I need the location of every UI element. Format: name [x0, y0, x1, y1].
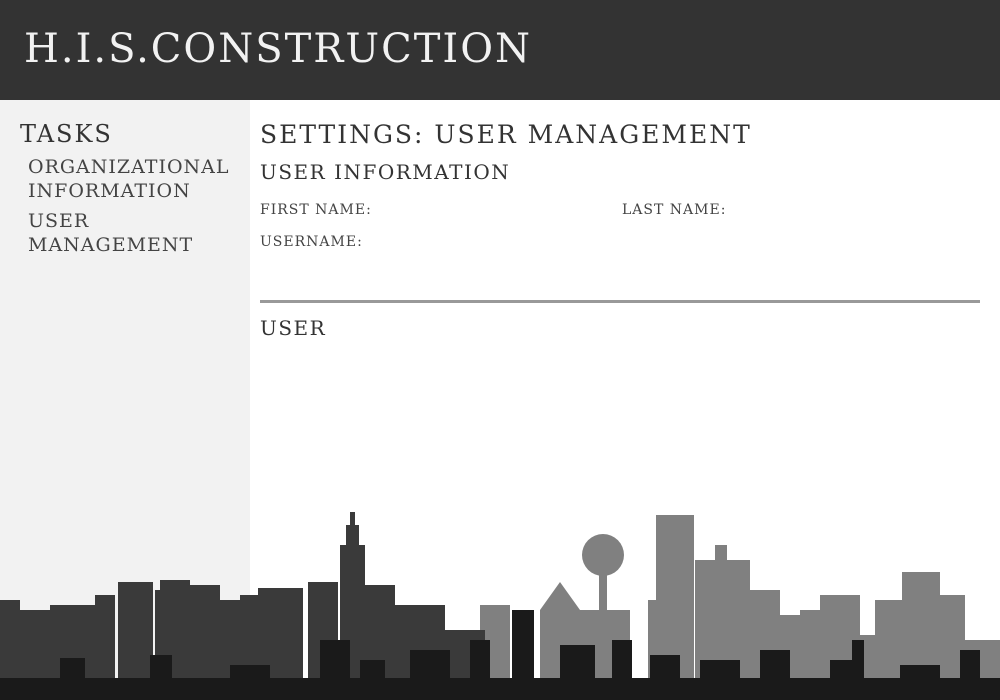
city-skyline-graphic — [0, 512, 1000, 700]
page-title: SETTINGS: USER MANAGEMENT — [260, 120, 752, 149]
sidebar-item-label-line2: INFORMATION — [28, 180, 191, 202]
sidebar-item-label-line1: ORGANIZATIONAL — [28, 156, 230, 178]
username-label: USERNAME: — [260, 234, 363, 250]
sidebar-item-organizational-information[interactable]: ORGANIZATIONAL INFORMATION — [28, 155, 243, 203]
user-section-heading: USER — [260, 316, 327, 340]
section-divider — [260, 300, 980, 303]
sidebar-item-user-management[interactable]: USER MANAGEMENT — [28, 209, 243, 257]
last-name-label: LAST NAME: — [622, 202, 727, 218]
main-content: SETTINGS: USER MANAGEMENT USER INFORMATI… — [260, 100, 980, 500]
sidebar-title: TASKS — [20, 120, 113, 148]
brand-logo-text[interactable]: H.I.S.CONSTRUCTION — [24, 26, 532, 72]
first-name-label: FIRST NAME: — [260, 202, 372, 218]
sidebar-item-label-line2: MANAGEMENT — [28, 234, 194, 256]
top-header-bar: H.I.S.CONSTRUCTION — [0, 0, 1000, 100]
sidebar-item-label-line1: USER — [28, 210, 90, 232]
user-information-heading: USER INFORMATION — [260, 160, 511, 184]
